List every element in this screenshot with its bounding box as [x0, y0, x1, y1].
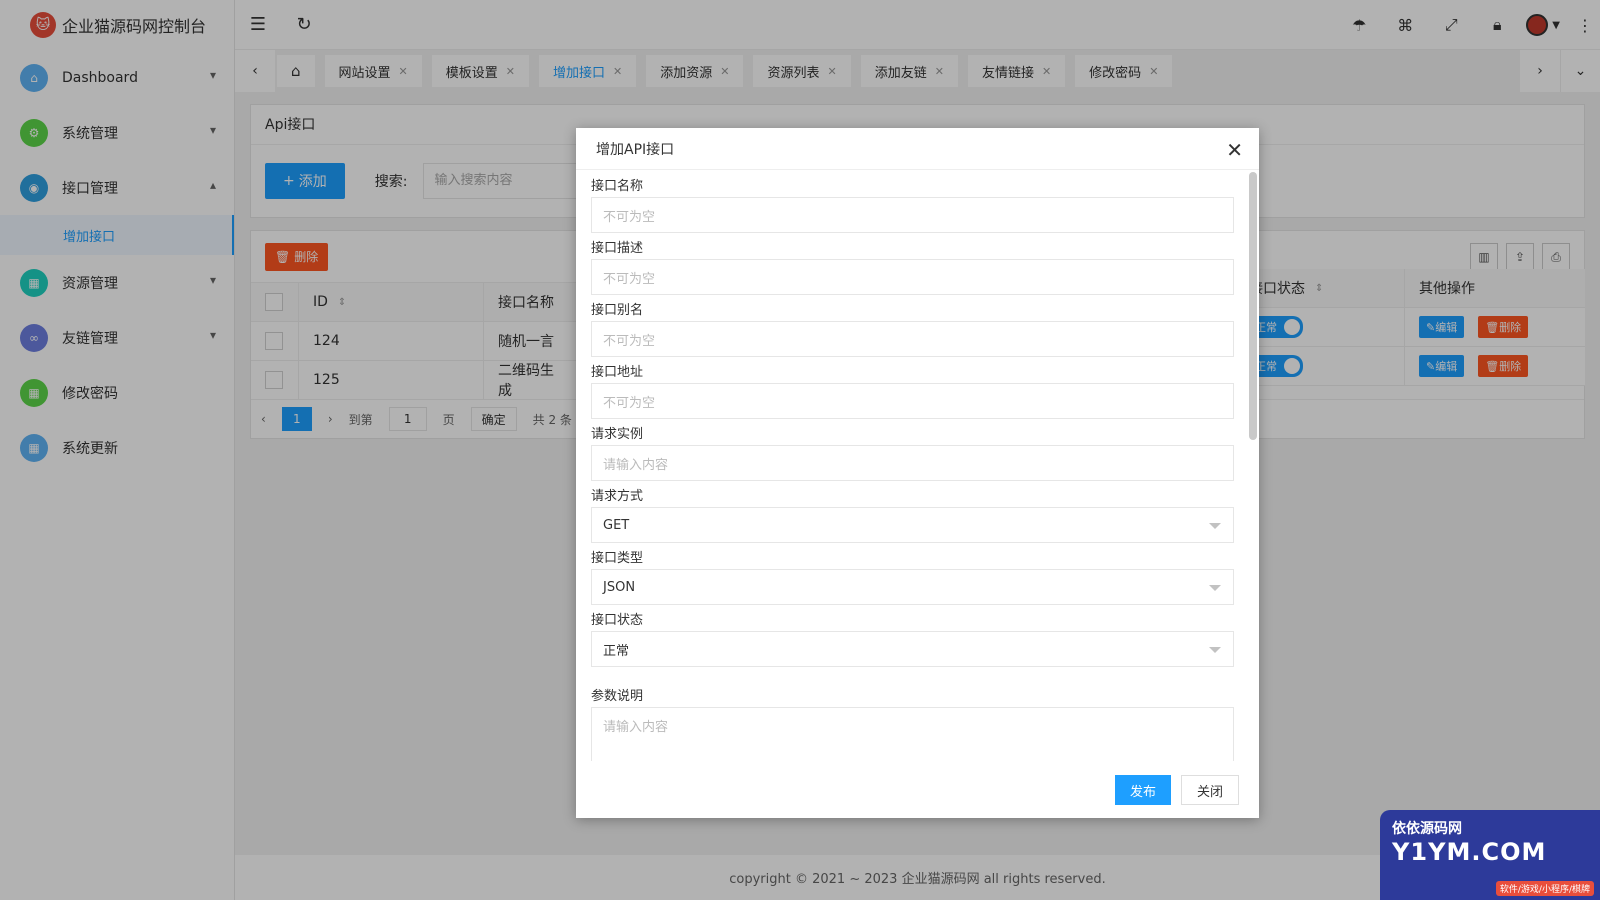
field-label: 接口名称	[591, 179, 644, 194]
api-type-select[interactable]: JSON	[591, 569, 1234, 605]
watermark-logo: 依依源码网 Y1YM.COM 软件/游戏/小程序/棋牌	[1380, 810, 1600, 900]
select-value: GET	[603, 517, 630, 533]
api-url-input[interactable]: 不可为空	[591, 383, 1234, 419]
watermark-text: 依依源码网	[1392, 821, 1462, 837]
select-value: 正常	[603, 643, 630, 659]
api-status-select[interactable]: 正常	[591, 631, 1234, 667]
close-button[interactable]: 关闭	[1180, 775, 1239, 805]
field-label: 接口别名	[591, 303, 644, 318]
dialog-title: 增加API接口	[596, 141, 675, 158]
close-icon[interactable]: ✕	[1226, 138, 1243, 162]
dropdown-arrow-icon	[1209, 585, 1221, 591]
field-label: 请求实例	[591, 427, 644, 442]
dialog-form: 接口名称 不可为空 接口描述 不可为空 接口别名 不可为空 接口地址 不可为空 …	[576, 171, 1259, 761]
select-value: JSON	[603, 579, 636, 595]
request-example-input[interactable]: 请输入内容	[591, 445, 1234, 481]
field-label: 参数说明	[591, 689, 644, 704]
dropdown-arrow-icon	[1209, 523, 1221, 529]
watermark-text: 软件/游戏/小程序/棋牌	[1495, 881, 1594, 896]
field-label: 接口地址	[591, 365, 644, 380]
api-alias-input[interactable]: 不可为空	[591, 321, 1234, 357]
param-description-textarea[interactable]: 请输入内容	[591, 707, 1234, 761]
publish-button[interactable]: 发布	[1114, 775, 1171, 805]
watermark-text: Y1YM.COM	[1392, 838, 1547, 866]
dialog-scrollbar[interactable]	[1249, 172, 1257, 440]
field-label: 接口描述	[591, 241, 644, 256]
field-label: 接口类型	[591, 551, 644, 566]
field-label: 请求方式	[591, 489, 644, 504]
request-method-select[interactable]: GET	[591, 507, 1234, 543]
api-description-input[interactable]: 不可为空	[591, 259, 1234, 295]
dropdown-arrow-icon	[1209, 647, 1221, 653]
field-label: 接口状态	[591, 613, 644, 628]
add-api-dialog: 增加API接口 ✕ 接口名称 不可为空 接口描述 不可为空 接口别名 不可为空 …	[576, 128, 1259, 818]
api-name-input[interactable]: 不可为空	[591, 197, 1234, 233]
